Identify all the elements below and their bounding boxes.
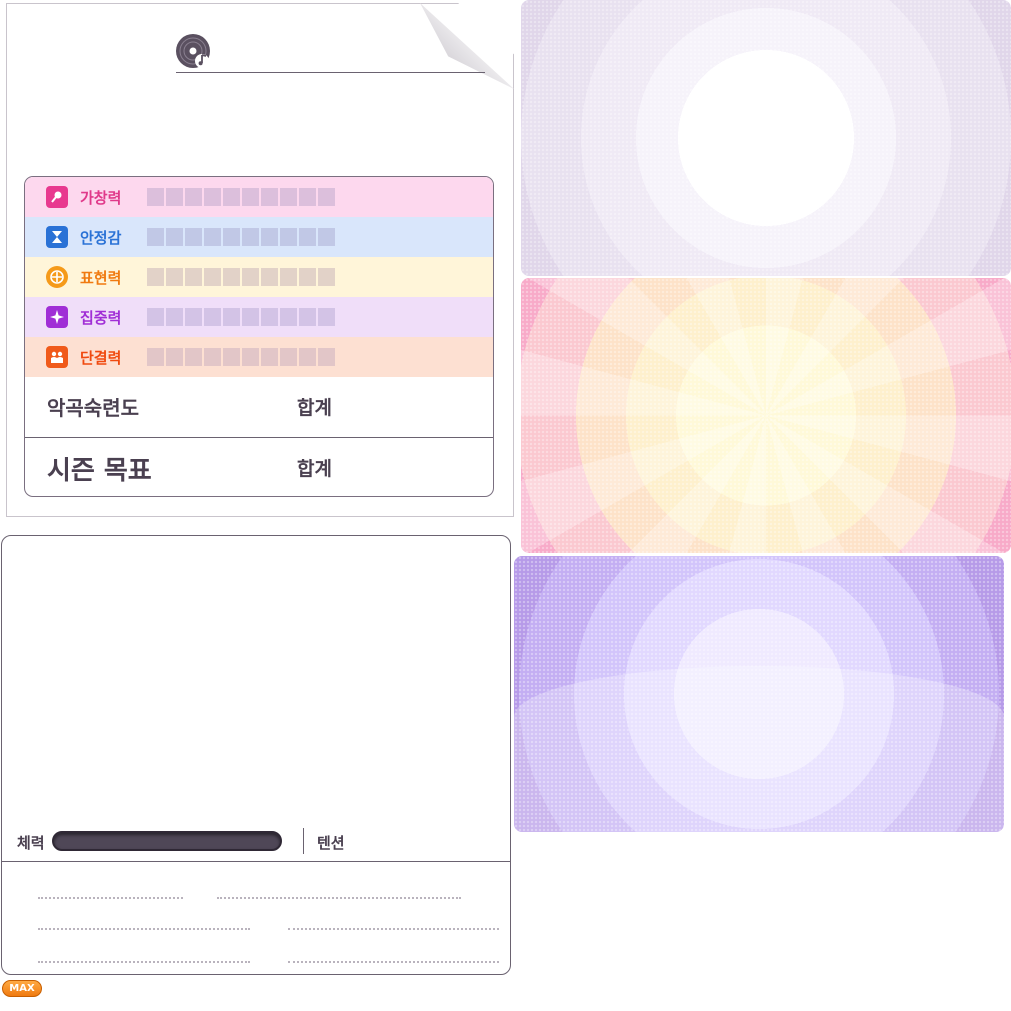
card-dot-pattern <box>514 556 1004 832</box>
season-sum-label: 합계 <box>297 458 332 480</box>
season-goal-row: 시즌 목표 합계 <box>25 438 493 496</box>
gauge-cell <box>204 228 221 246</box>
stat-gauge-vocal <box>147 188 335 206</box>
gauge-cell <box>299 228 316 246</box>
gauge-cell <box>261 188 278 206</box>
status-vertical-separator <box>303 828 304 854</box>
hp-gauge <box>52 831 282 851</box>
gauge-cell <box>166 348 183 366</box>
gauge-cell <box>299 268 316 286</box>
gauge-cell <box>204 348 221 366</box>
stat-row-expression: 표현력 <box>25 257 493 297</box>
gauge-cell <box>185 268 202 286</box>
gauge-cell <box>318 188 335 206</box>
gauge-cell <box>185 228 202 246</box>
gauge-cell <box>223 308 240 326</box>
gauge-cell <box>318 228 335 246</box>
gauge-cell <box>280 268 297 286</box>
info-line <box>217 897 461 899</box>
stat-gauge-focus <box>147 308 335 326</box>
mastery-row: 악곡숙련도 합계 <box>25 377 493 437</box>
gauge-cell <box>223 228 240 246</box>
stat-gauge-expression <box>147 268 335 286</box>
info-line <box>38 928 250 930</box>
stat-row-vocal: 가창력 <box>25 177 493 217</box>
gauge-cell <box>166 268 183 286</box>
stat-row-stability: 안정감 <box>25 217 493 257</box>
mastery-sum-label: 합계 <box>297 397 332 419</box>
gauge-cell <box>204 188 221 206</box>
card-dot-pattern <box>521 0 1011 276</box>
gauge-cell <box>223 268 240 286</box>
gauge-cell <box>280 188 297 206</box>
gauge-cell <box>166 228 183 246</box>
info-line <box>38 897 183 899</box>
gauge-cell <box>261 348 278 366</box>
stat-label-expression: 표현력 <box>80 268 122 287</box>
gauge-cell <box>318 268 335 286</box>
stats-panel: 가창력 안정감 표현력 집중력 단결력 악곡숙련도 합계 시즌 목표 합계 <box>24 176 494 497</box>
gauge-cell <box>185 348 202 366</box>
info-line <box>288 928 499 930</box>
gauge-cell <box>318 308 335 326</box>
tension-label: 텐션 <box>317 834 345 852</box>
info-line <box>288 961 499 963</box>
gauge-cell <box>280 308 297 326</box>
song-title-underline <box>176 72 485 73</box>
gauge-cell <box>242 268 259 286</box>
gauge-cell <box>147 268 164 286</box>
stat-row-teamwork: 단결력 <box>25 337 493 377</box>
gauge-cell <box>166 188 183 206</box>
gauge-cell <box>147 228 164 246</box>
card-dot-pattern <box>521 278 1011 553</box>
gauge-cell <box>299 348 316 366</box>
stat-gauge-teamwork <box>147 348 335 366</box>
gauge-cell <box>166 308 183 326</box>
mastery-label: 악곡숙련도 <box>47 396 139 420</box>
hourglass-icon <box>46 226 68 248</box>
microphone-icon <box>46 186 68 208</box>
gauge-cell <box>147 188 164 206</box>
gauge-cell <box>147 308 164 326</box>
stat-label-teamwork: 단결력 <box>80 348 122 367</box>
status-horizontal-separator <box>2 861 510 862</box>
gauge-cell <box>242 348 259 366</box>
status-panel: 체력 텐션 <box>1 535 511 975</box>
gauge-cell <box>261 228 278 246</box>
stat-gauge-stability <box>147 228 335 246</box>
info-line <box>38 961 250 963</box>
card-background-purple <box>514 556 1004 832</box>
gauge-cell <box>185 188 202 206</box>
gauge-cell <box>223 188 240 206</box>
stat-label-stability: 안정감 <box>80 228 122 247</box>
gauge-cell <box>223 348 240 366</box>
stat-row-focus: 집중력 <box>25 297 493 337</box>
target-icon <box>46 266 68 288</box>
disc-music-icon <box>176 34 210 68</box>
gauge-cell <box>204 308 221 326</box>
gauge-cell <box>204 268 221 286</box>
hp-label: 체력 <box>17 834 45 852</box>
gauge-cell <box>299 188 316 206</box>
gauge-cell <box>242 228 259 246</box>
gauge-cell <box>242 308 259 326</box>
season-goal-label: 시즌 목표 <box>47 456 152 486</box>
gauge-cell <box>299 308 316 326</box>
sparkle-icon <box>46 306 68 328</box>
gauge-cell <box>185 308 202 326</box>
max-badge: MAX <box>2 980 42 997</box>
gauge-cell <box>242 188 259 206</box>
card-background-white <box>521 0 1011 276</box>
gauge-cell <box>261 268 278 286</box>
gauge-cell <box>280 228 297 246</box>
group-icon <box>46 346 68 368</box>
stat-label-vocal: 가창력 <box>80 188 122 207</box>
gauge-cell <box>318 348 335 366</box>
gauge-cell <box>280 348 297 366</box>
gauge-cell <box>147 348 164 366</box>
card-background-pink <box>521 278 1011 553</box>
gauge-cell <box>261 308 278 326</box>
stat-label-focus: 집중력 <box>80 308 122 327</box>
